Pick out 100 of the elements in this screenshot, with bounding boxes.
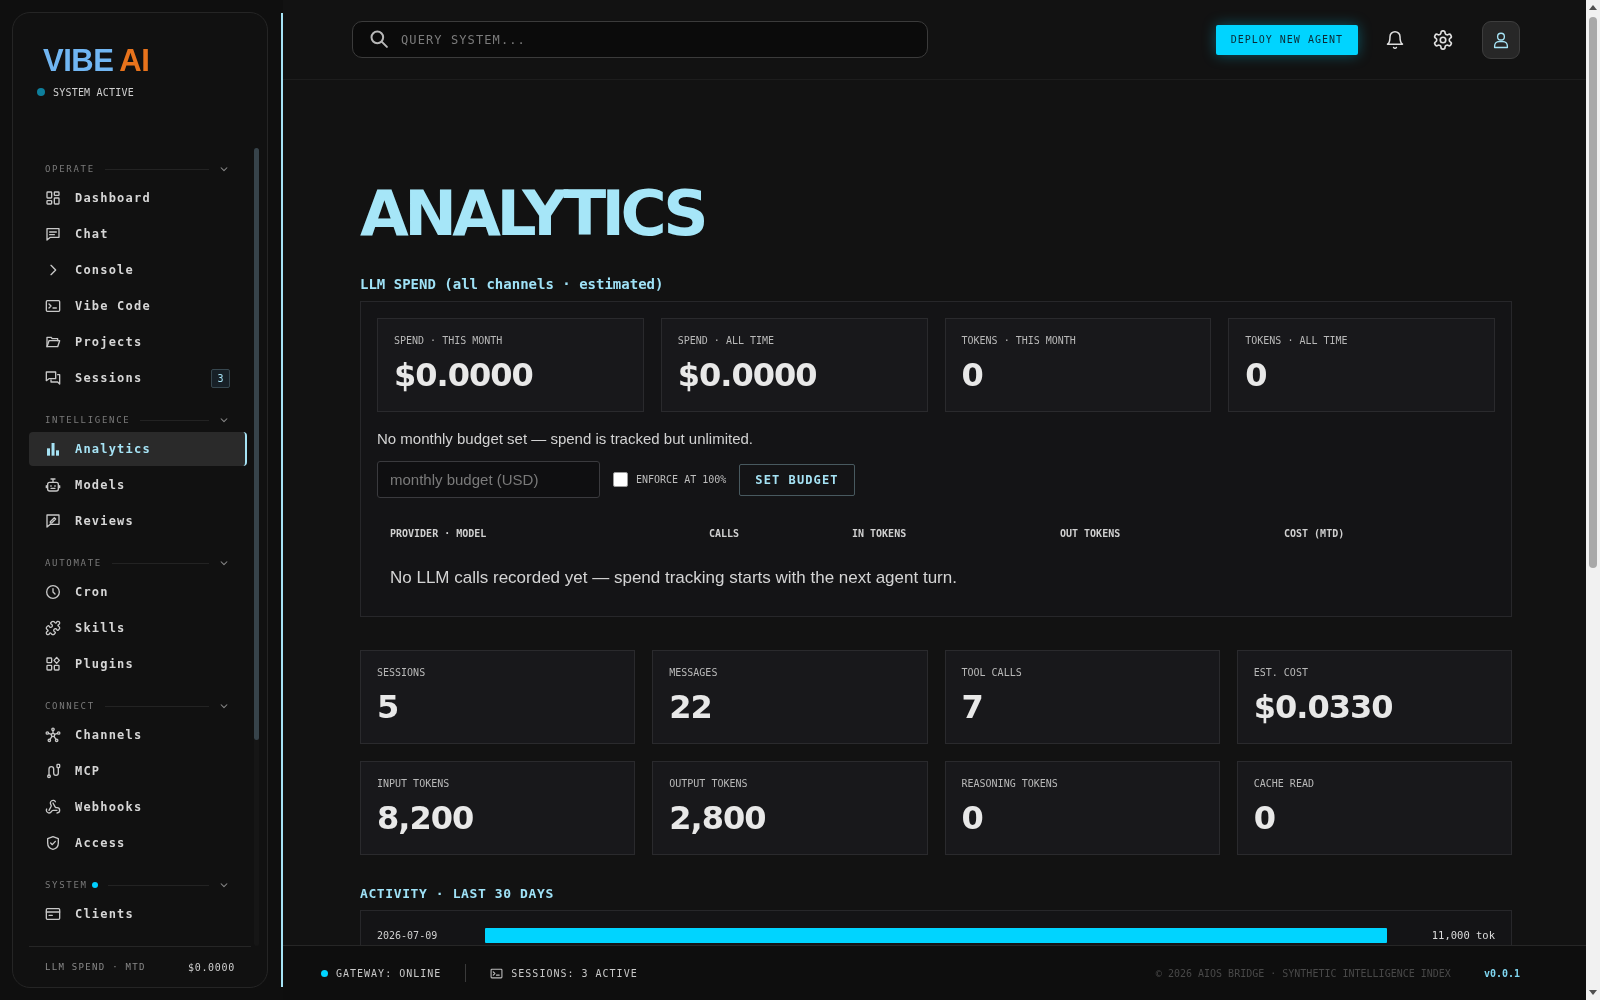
stat-label: SESSIONS xyxy=(377,667,426,679)
spend-value: $0.0000 xyxy=(187,961,235,973)
nav-item[interactable]: Webhooks xyxy=(29,790,247,824)
checkbox-label: ENFORCE AT 100% xyxy=(636,474,727,485)
section-title: CONNECT xyxy=(45,701,95,711)
puzzle-icon xyxy=(45,620,61,636)
column-header: OUT TOKENS xyxy=(1060,527,1121,541)
scroll-down-icon[interactable] xyxy=(1589,990,1597,995)
stat-value: 5 xyxy=(377,690,399,724)
enforce-checkbox[interactable] xyxy=(613,472,628,487)
layout-grid-icon xyxy=(45,190,61,206)
bell-icon[interactable] xyxy=(1385,29,1405,50)
nav-item[interactable]: Models xyxy=(29,468,247,502)
column-header: PROVIDER · MODEL xyxy=(390,527,487,541)
plug-cable-icon xyxy=(45,763,61,779)
activity-date: 2026-07-09 xyxy=(377,929,439,941)
clock-icon xyxy=(45,584,61,600)
stat-value: 0 xyxy=(961,358,983,392)
status-label: SYSTEM ACTIVE xyxy=(53,86,134,98)
scroll-up-icon[interactable] xyxy=(1589,5,1597,10)
stat-label: CACHE READ xyxy=(1253,778,1314,790)
stat-value: $0.0330 xyxy=(1253,690,1393,724)
nav-item[interactable]: Vibe Code xyxy=(29,289,247,323)
chevron-down-icon[interactable] xyxy=(219,701,229,711)
nav-item[interactable]: Chat xyxy=(29,217,247,251)
stat-label: SPEND · ALL TIME xyxy=(677,335,775,347)
deploy-button[interactable]: DEPLOY NEW AGENT xyxy=(1215,24,1358,55)
nav-item[interactable]: Skills xyxy=(29,611,247,645)
nav-item[interactable]: Plugins xyxy=(29,647,247,681)
nav-item[interactable]: Cron xyxy=(29,575,247,609)
stat-value: 0 xyxy=(1245,358,1267,392)
set-budget-button[interactable]: SET BUDGET xyxy=(739,463,855,496)
stat-label: EST. COST xyxy=(1253,667,1308,679)
count-badge: 3 xyxy=(211,368,230,388)
copyright-text: © 2026 AIOS BRIDGE · SYNTHETIC INTELLIGENCE INDEX xyxy=(1155,967,1451,979)
chevron-down-icon[interactable] xyxy=(219,164,229,174)
stat-value: 2,800 xyxy=(669,801,766,835)
nav-item[interactable]: MCP xyxy=(29,754,247,788)
stat-value: 0 xyxy=(961,801,983,835)
bar-chart-icon xyxy=(45,441,61,457)
user-icon xyxy=(1492,30,1510,49)
stat-label: OUTPUT TOKENS xyxy=(669,778,748,790)
profile-button[interactable] xyxy=(1482,20,1520,59)
terminal-icon xyxy=(490,966,504,980)
stat-value: 8,200 xyxy=(377,801,474,835)
budget-input[interactable]: monthly budget (USD) xyxy=(377,461,600,498)
section-title: AUTOMATE xyxy=(45,558,102,568)
terminal-icon xyxy=(45,298,61,314)
robot-icon xyxy=(45,477,61,493)
settings-icon[interactable] xyxy=(1432,28,1454,51)
stat-label: REASONING TOKENS xyxy=(961,778,1058,790)
window-icon xyxy=(45,906,61,922)
nav-item[interactable]: Sessions 3 xyxy=(29,361,247,395)
nav-item[interactable]: Clients xyxy=(29,897,247,931)
column-header: IN TOKENS xyxy=(852,527,907,541)
nav-item[interactable]: Console xyxy=(29,253,247,287)
stat-label: SPEND · THIS MONTH xyxy=(394,335,503,347)
logo-text: VIBE xyxy=(43,45,114,77)
search-icon xyxy=(369,29,389,49)
network-icon xyxy=(45,727,61,743)
nav-item[interactable]: Reviews xyxy=(29,504,247,538)
column-header: CALLS xyxy=(709,527,740,541)
stat-value: $0.0000 xyxy=(677,358,817,392)
stat-label: MESSAGES xyxy=(669,667,718,679)
section-title: LLM SPEND (all channels · estimated) xyxy=(360,275,664,293)
section-title: INTELLIGENCE xyxy=(45,415,131,425)
chevron-down-icon[interactable] xyxy=(219,880,229,890)
chevron-down-icon[interactable] xyxy=(219,558,229,568)
chevron-down-icon[interactable] xyxy=(219,415,229,425)
spend-label: LLM SPEND · MTD xyxy=(45,962,146,972)
page-title: ANALYTICS xyxy=(360,182,704,246)
stat-label: TOKENS · ALL TIME xyxy=(1245,335,1348,347)
scrollbar-thumb[interactable] xyxy=(1589,17,1597,568)
section-title: OPERATE xyxy=(45,164,95,174)
stat-label: INPUT TOKENS xyxy=(377,778,450,790)
chat-bubbles-icon xyxy=(45,370,61,386)
nav-item[interactable]: Dashboard xyxy=(29,181,247,215)
stat-value: 22 xyxy=(669,690,712,724)
stat-label: TOKENS · THIS MONTH xyxy=(961,335,1076,347)
scrollbar-thumb[interactable] xyxy=(254,148,259,740)
nav-item[interactable]: Projects xyxy=(29,325,247,359)
nav-item[interactable]: Access xyxy=(29,826,247,860)
section-title: ACTIVITY · LAST 30 DAYS xyxy=(360,885,554,903)
sidebar-scrollbar[interactable] xyxy=(254,148,259,946)
sessions-status: SESSIONS: 3 ACTIVE xyxy=(511,967,638,979)
stat-value: 7 xyxy=(961,690,983,724)
empty-message: No LLM calls recorded yet — spend tracking starts with the next agent turn. xyxy=(390,567,957,589)
chat-icon xyxy=(45,226,61,242)
logo-accent-text: AI xyxy=(119,45,150,77)
nav-item[interactable]: Channels xyxy=(29,718,247,752)
budget-note: No monthly budget set — spend is tracked but unlimited. xyxy=(377,429,754,449)
gateway-status: GATEWAY: ONLINE xyxy=(336,967,442,979)
column-header: COST (MTD) xyxy=(1284,527,1345,541)
message-edit-icon xyxy=(45,513,61,529)
stat-value: 0 xyxy=(1253,801,1275,835)
search-field[interactable]: QUERY SYSTEM... xyxy=(352,21,928,58)
page-scrollbar[interactable] xyxy=(1586,0,1600,1000)
nav-item[interactable]: Analytics xyxy=(29,432,247,466)
apps-icon xyxy=(45,656,61,672)
version-label: v0.0.1 xyxy=(1483,967,1520,979)
